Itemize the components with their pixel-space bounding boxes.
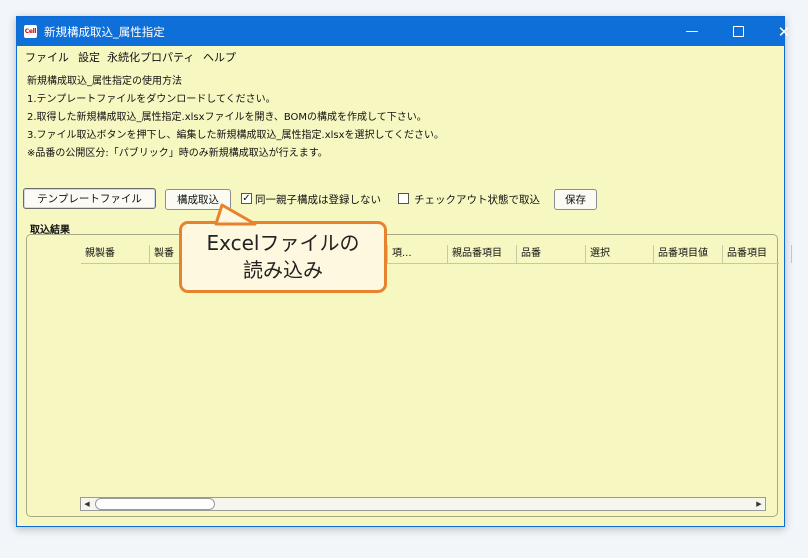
minimize-button[interactable]: — — [669, 17, 715, 46]
instruction-note: ※品番の公開区分:「パブリック」時のみ新規構成取込が行えます。 — [27, 148, 328, 159]
checkout-import-checkbox[interactable] — [398, 193, 409, 204]
horizontal-scrollbar[interactable]: ◀ ▶ — [80, 497, 766, 511]
menu-help[interactable]: ヘルプ — [203, 49, 236, 65]
results-panel: 親製番 製番 項... 親品番項目 品番 選択 品番項目値 品番項目 ◀ ▶ — [26, 234, 792, 517]
app-logo-icon: Cell — [24, 25, 37, 38]
instruction-line-3: 3.ファイル取込ボタンを押下し、編集した新規構成取込_属性指定.xlsxを選択し… — [27, 130, 444, 141]
instructions-heading: 新規構成取込_属性指定の使用方法 — [27, 76, 182, 87]
title-bar[interactable]: Cell 新規構成取込_属性指定 — ✕ — [17, 17, 790, 46]
menu-bar: ファイル 設定 永続化プロパティ ヘルプ — [17, 46, 784, 65]
col-part-item[interactable]: 品番項目 — [723, 245, 792, 263]
scrollbar-thumb[interactable] — [95, 498, 215, 510]
col-part-item-value[interactable]: 品番項目値 — [654, 245, 723, 263]
col-select[interactable]: 選択 — [586, 245, 654, 263]
callout-annotation: Excelファイルの 読み込み — [179, 221, 387, 293]
minimize-icon: — — [685, 24, 699, 39]
import-structure-button[interactable]: 構成取込 — [165, 189, 231, 210]
menu-persistent-properties[interactable]: 永続化プロパティ — [107, 49, 194, 65]
maximize-button[interactable] — [715, 17, 761, 46]
close-icon: ✕ — [777, 22, 791, 41]
menu-settings[interactable]: 設定 — [78, 49, 100, 65]
app-window: Cell 新規構成取込_属性指定 — ✕ ファイル 設定 永続化プロパティ ヘル… — [16, 16, 792, 527]
menu-file[interactable]: ファイル — [25, 49, 69, 65]
scroll-right-icon[interactable]: ▶ — [753, 498, 765, 510]
skip-duplicate-label: 同一親子構成は登録しない — [255, 194, 381, 206]
instructions: 新規構成取込_属性指定の使用方法 1.テンプレートファイルをダウンロードしてくだ… — [27, 73, 444, 163]
instruction-line-2: 2.取得した新規構成取込_属性指定.xlsxファイルを開き、BOMの構成を作成し… — [27, 112, 427, 123]
col-part-number[interactable]: 品番 — [517, 245, 586, 263]
maximize-icon — [732, 26, 744, 37]
window-title: 新規構成取込_属性指定 — [44, 25, 165, 39]
template-file-button[interactable]: テンプレートファイル — [23, 188, 156, 209]
close-button[interactable]: ✕ — [761, 17, 807, 46]
callout-line-1: Excelファイルの — [206, 231, 360, 255]
save-button[interactable]: 保存 — [554, 189, 597, 210]
instruction-line-1: 1.テンプレートファイルをダウンロードしてください。 — [27, 94, 276, 105]
scroll-left-icon[interactable]: ◀ — [81, 498, 93, 510]
col-item-truncated[interactable]: 項... — [388, 245, 448, 263]
checkout-import-label: チェックアウト状態で取込 — [414, 194, 540, 206]
col-parent-serial[interactable]: 親製番 — [81, 245, 150, 263]
skip-duplicate-checkbox[interactable]: ✓ — [241, 193, 252, 204]
callout-line-2: 読み込み — [243, 258, 323, 282]
col-parent-part-item[interactable]: 親品番項目 — [448, 245, 517, 263]
